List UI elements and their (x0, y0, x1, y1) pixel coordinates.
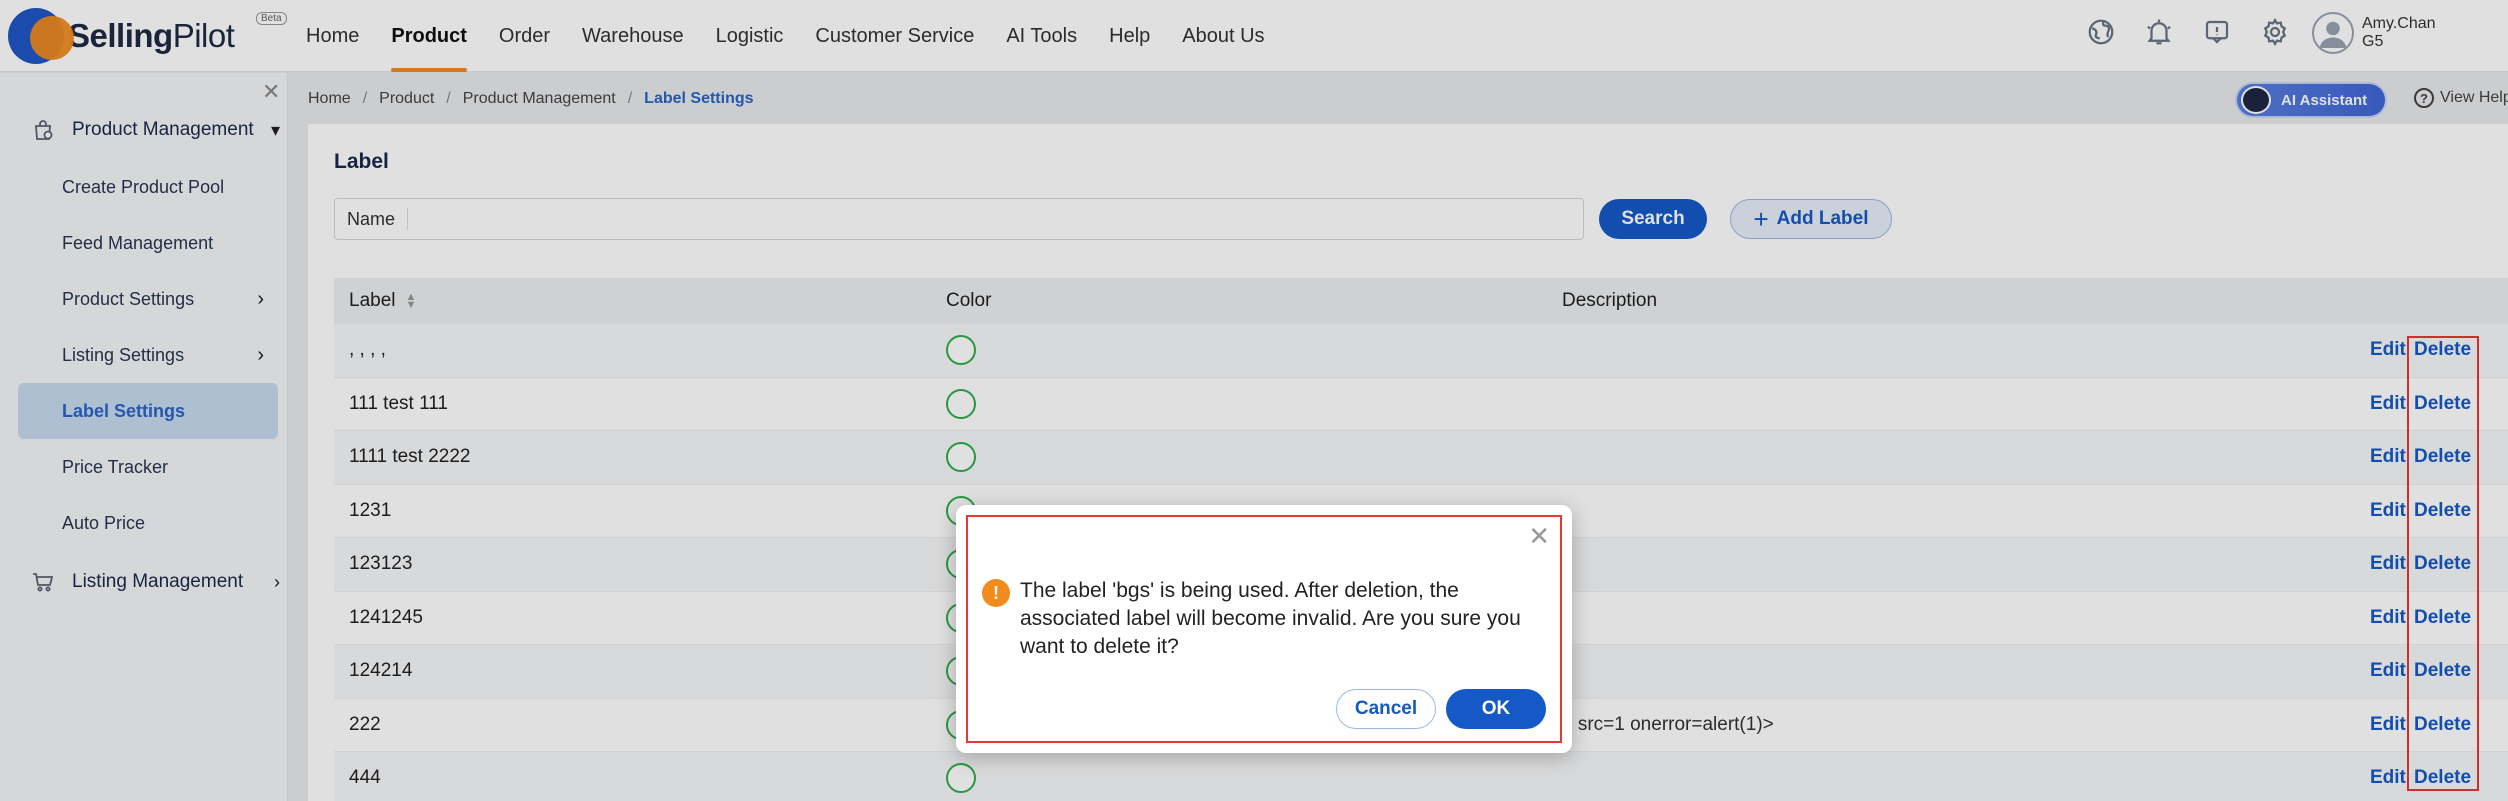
close-icon[interactable]: ✕ (1528, 523, 1550, 549)
delete-confirm-dialog: ✕ ! The label 'bgs' is being used. After… (956, 505, 1572, 753)
dialog-message: The label 'bgs' is being used. After del… (1020, 579, 1521, 658)
warning-icon: ! (982, 579, 1010, 607)
ok-button[interactable]: OK (1446, 689, 1546, 729)
cancel-button[interactable]: Cancel (1336, 689, 1436, 729)
